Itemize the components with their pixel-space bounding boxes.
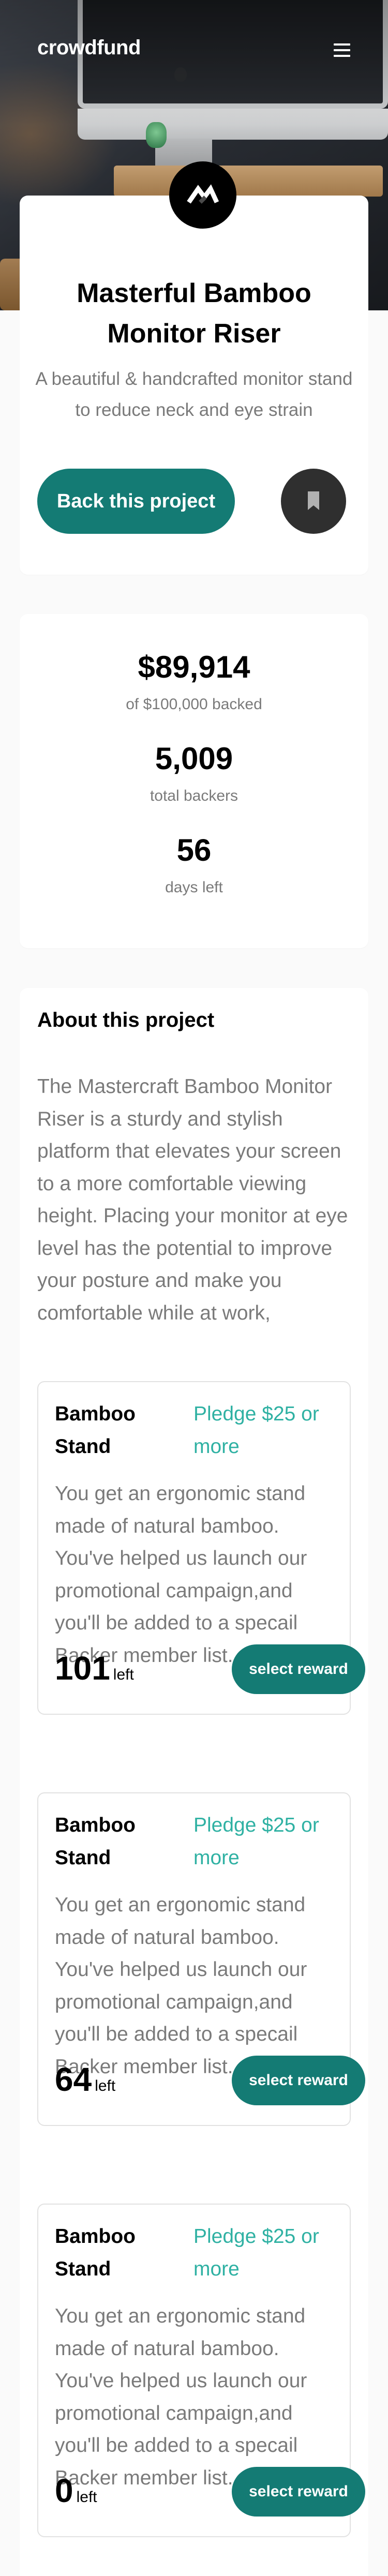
- stat-days-left: 56: [176, 833, 212, 867]
- reward-card: Bamboo Stand Pledge $25 or more You get …: [37, 1381, 365, 1715]
- reward-card: Bamboo Stand Pledge $25 or more You get …: [37, 1792, 365, 2126]
- about-description: The Mastercraft Bamboo Monitor Riser is …: [37, 1075, 348, 1324]
- reward-card: Bamboo Stand Pledge $25 or more You get …: [37, 2204, 365, 2537]
- reward-name: Bamboo Stand: [55, 1403, 136, 1458]
- reward-remaining: 64 left: [55, 2060, 115, 2099]
- reward-count: 101: [55, 1650, 110, 1687]
- reward-count: 64: [55, 2061, 92, 2098]
- reward-count-label: left: [95, 2077, 116, 2094]
- reward-remaining: 101 left: [55, 1649, 134, 1687]
- about-title: About this project: [37, 1009, 215, 1031]
- brand-logo[interactable]: crowdfund: [37, 36, 141, 59]
- reward-description: You get an ergonomic stand made of natur…: [55, 2305, 307, 2489]
- reward-description: You get an ergonomic stand made of natur…: [55, 1894, 307, 2078]
- stat-amount-backed: $89,914: [138, 650, 250, 684]
- bookmark-button[interactable]: [281, 469, 346, 534]
- reward-count: 0: [55, 2472, 73, 2509]
- project-overview-card: Masterful Bamboo Monitor Riser A beautif…: [20, 196, 368, 575]
- reward-name: Bamboo Stand: [55, 2225, 136, 2280]
- stat-total-backers: 5,009: [155, 741, 233, 776]
- back-project-button[interactable]: Back this project: [37, 469, 235, 534]
- reward-name: Bamboo Stand: [55, 1814, 136, 1869]
- reward-description: You get an ergonomic stand made of natur…: [55, 1482, 307, 1667]
- hamburger-menu-icon[interactable]: [334, 43, 350, 57]
- stat-amount-label: of $100,000 backed: [126, 696, 262, 713]
- reward-count-label: left: [76, 2489, 97, 2506]
- bookmark-icon: [307, 491, 320, 512]
- stats-card: $89,914 of $100,000 backed 5,009 total b…: [20, 614, 368, 948]
- select-reward-button[interactable]: select reward: [232, 2467, 365, 2517]
- reward-remaining: 0 left: [55, 2472, 97, 2510]
- reward-pledge: Pledge $25 or more: [193, 2225, 319, 2280]
- project-title: Masterful Bamboo Monitor Riser: [77, 278, 311, 349]
- reward-pledge: Pledge $25 or more: [193, 1403, 319, 1458]
- about-card: About this project The Mastercraft Bambo…: [20, 988, 368, 2576]
- stat-days-label: days left: [165, 879, 223, 896]
- reward-count-label: left: [113, 1666, 134, 1683]
- select-reward-button[interactable]: select reward: [232, 2056, 365, 2105]
- mastercraft-logo-icon: [169, 161, 236, 229]
- stat-backers-label: total backers: [150, 787, 238, 804]
- select-reward-button[interactable]: select reward: [232, 1644, 365, 1694]
- reward-pledge: Pledge $25 or more: [193, 1814, 319, 1869]
- project-subtitle: A beautiful & handcrafted monitor stand …: [35, 369, 353, 420]
